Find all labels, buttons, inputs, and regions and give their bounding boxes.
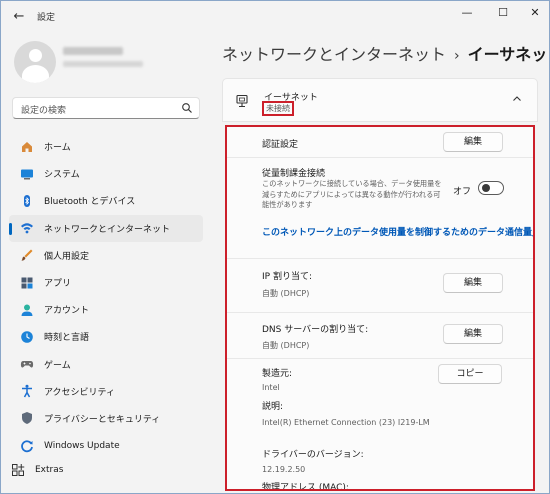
page-title: イーサネット: [467, 45, 550, 64]
auth-edit-button[interactable]: 編集: [443, 132, 503, 152]
metered-toggle-state: オフ: [453, 187, 472, 197]
sidebar-item-system[interactable]: システム: [9, 160, 203, 187]
sidebar-item-accessibility[interactable]: アクセシビリティ: [9, 378, 203, 405]
sidebar-item-label: プライバシーとセキュリティ: [44, 414, 161, 425]
description-label: 説明:: [262, 402, 284, 412]
ip-label: IP 割り当て:: [262, 272, 312, 282]
sidebar-item-bluetooth[interactable]: Bluetooth とデバイス: [9, 187, 203, 214]
avatar-body: [22, 65, 49, 83]
breadcrumb-separator: ›: [454, 48, 460, 64]
sidebar-item-label: 時刻と言語: [44, 333, 90, 344]
extras-label: Extras: [35, 465, 64, 475]
manufacturer-value: Intel: [262, 383, 280, 392]
sidebar-item-windows-update[interactable]: Windows Update: [9, 432, 203, 459]
dns-label: DNS サーバーの割り当て:: [262, 325, 369, 335]
sidebar-item-label: システム: [44, 170, 80, 181]
connection-status: 未接続: [262, 101, 294, 116]
avatar[interactable]: [14, 41, 56, 83]
search-input[interactable]: 設定の検索: [21, 103, 66, 116]
maximize-button[interactable]: ☐: [488, 4, 518, 22]
driver-label: ドライバーのバージョン:: [262, 450, 364, 460]
chevron-up-icon[interactable]: [511, 93, 523, 105]
metered-toggle[interactable]: [478, 181, 504, 195]
dns-edit-button[interactable]: 編集: [443, 324, 503, 344]
sidebar-item-label: ネットワークとインターネット: [44, 224, 171, 235]
sidebar-item-accounts[interactable]: アカウント: [9, 296, 203, 323]
sidebar-item-label: アプリ: [44, 279, 72, 290]
minimize-button[interactable]: —: [452, 4, 482, 22]
manufacturer-label: 製造元:: [262, 369, 293, 379]
privacy-icon: [20, 411, 34, 425]
sidebar-item-label: Windows Update: [44, 440, 120, 451]
properties-row: コピー 製造元: Intel 説明: Intel(R) Ethernet Con…: [227, 359, 533, 491]
home-icon: [20, 140, 34, 154]
bluetooth-icon: [20, 194, 34, 208]
gaming-icon: [20, 357, 34, 371]
auth-label: 認証設定: [262, 140, 299, 150]
back-button[interactable]: ←: [9, 7, 29, 27]
sidebar-item-label: アカウント: [44, 306, 90, 317]
close-button[interactable]: ✕: [520, 4, 550, 22]
apps-icon: [20, 276, 34, 290]
personalization-icon: [20, 248, 34, 262]
sidebar-item-network[interactable]: ネットワークとインターネット: [9, 214, 203, 242]
sidebar-item-apps[interactable]: アプリ: [9, 269, 203, 296]
search-box[interactable]: 設定の検索: [12, 97, 200, 119]
ethernet-card-header[interactable]: イーサネット 未接続: [222, 78, 538, 122]
sidebar-item-label: ゲーム: [44, 360, 71, 371]
breadcrumb: ネットワークとインターネット › イーサネット: [222, 41, 550, 65]
network-icon: [20, 221, 34, 235]
user-email-redacted: [63, 61, 143, 67]
ip-row: IP 割り当て: 自動 (DHCP) 編集: [227, 259, 533, 312]
driver-value: 12.19.2.50: [262, 465, 306, 474]
ip-edit-button[interactable]: 編集: [443, 273, 503, 293]
sidebar-item-label: Bluetooth とデバイス: [44, 197, 136, 208]
sidebar-nav: ホーム システム Bluetooth とデバイス ネットワークとインターネット …: [9, 133, 203, 459]
sidebar-item-home[interactable]: ホーム: [9, 133, 203, 160]
toggle-knob: [482, 184, 490, 192]
auth-row: 認証設定 編集: [227, 127, 533, 157]
sidebar-item-label: アクセシビリティ: [44, 387, 116, 398]
dns-row: DNS サーバーの割り当て: 自動 (DHCP) 編集: [227, 313, 533, 358]
extras-item[interactable]: Extras: [9, 460, 63, 480]
metered-row: 従量制課金接続 このネットワークに接続している場合、データ使用量を減らすためにア…: [227, 158, 533, 258]
sidebar-item-privacy-security[interactable]: プライバシーとセキュリティ: [9, 405, 203, 432]
ethernet-details: 認証設定 編集 従量制課金接続 このネットワークに接続している場合、データ使用量…: [225, 125, 535, 491]
app-title: 設定: [37, 13, 56, 23]
sidebar-item-gaming[interactable]: ゲーム: [9, 351, 203, 378]
breadcrumb-parent[interactable]: ネットワークとインターネット: [222, 45, 446, 64]
ethernet-icon: [236, 94, 248, 108]
user-name-redacted: [63, 47, 123, 55]
time-language-icon: [20, 330, 34, 344]
accounts-icon: [20, 303, 34, 317]
system-icon: [20, 167, 34, 181]
description-value: Intel(R) Ethernet Connection (23) I219-L…: [262, 418, 430, 427]
sidebar-item-label: ホーム: [44, 143, 71, 154]
sidebar-item-time-language[interactable]: 時刻と言語: [9, 323, 203, 350]
search-icon: [182, 103, 192, 113]
sidebar-item-personalization[interactable]: 個人用設定: [9, 242, 203, 269]
avatar-head: [29, 49, 42, 62]
metered-description: このネットワークに接続している場合、データ使用量を減らすためにアプリによっては異…: [262, 179, 442, 209]
settings-window: ← 設定 — ☐ ✕ 設定の検索 ホーム システム Bluetooth とデバイ…: [0, 0, 550, 494]
title-bar: ← 設定 — ☐ ✕: [1, 1, 550, 33]
data-limit-link[interactable]: このネットワーク上のデータ使用量を制御するためのデータ通信量」: [262, 225, 533, 238]
copy-button[interactable]: コピー: [438, 364, 502, 384]
extras-icon: [11, 463, 25, 477]
accessibility-icon: [20, 384, 34, 398]
metered-label: 従量制課金接続: [262, 169, 326, 179]
dns-value: 自動 (DHCP): [262, 341, 310, 350]
mac-label: 物理アドレス (MAC):: [262, 483, 349, 491]
sidebar-item-label: 個人用設定: [44, 251, 90, 262]
windows-update-icon: [20, 439, 34, 453]
ip-value: 自動 (DHCP): [262, 289, 310, 298]
